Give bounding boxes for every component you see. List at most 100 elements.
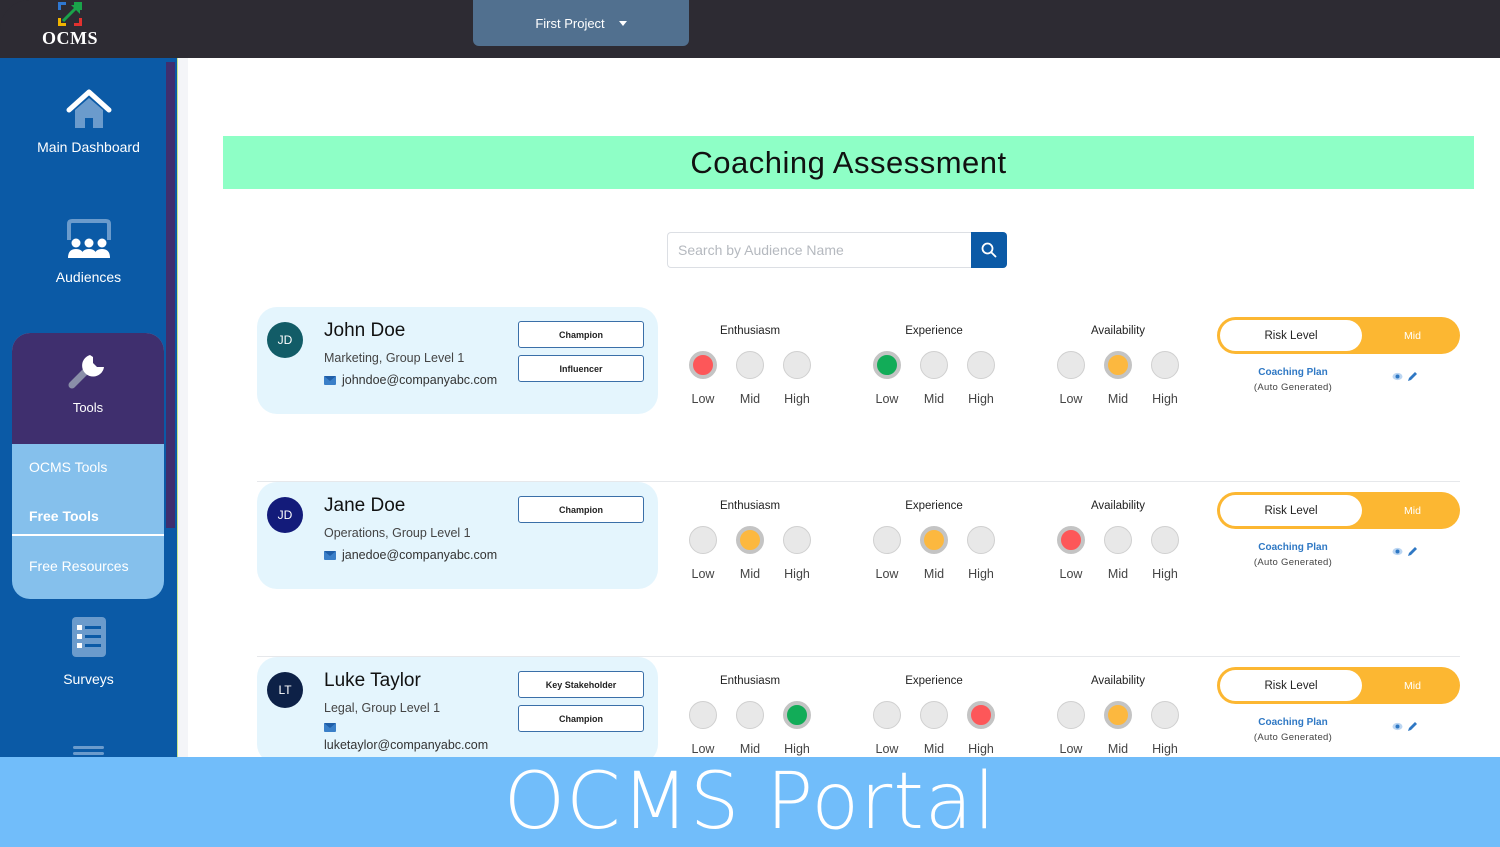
profile-card[interactable]: JD Jane Doe Operations, Group Level 1 ja…: [257, 482, 658, 589]
level-radio-high[interactable]: [967, 351, 995, 379]
level-radio-mid[interactable]: [920, 701, 948, 729]
level-radio-low[interactable]: [873, 701, 901, 729]
logo[interactable]: OCMS: [38, 0, 102, 50]
level-radio-high[interactable]: [1151, 351, 1179, 379]
sidebar-item-surveys[interactable]: Surveys: [0, 616, 177, 687]
search-icon: [981, 242, 997, 258]
view-button[interactable]: [1392, 547, 1403, 556]
audience-email: johndoe@companyabc.com: [324, 373, 497, 387]
level-radio-mid[interactable]: [1104, 701, 1132, 729]
level-radio-high[interactable]: [783, 526, 811, 554]
role-tag[interactable]: Key Stakeholder: [518, 671, 644, 698]
level-radio-low[interactable]: [689, 351, 717, 379]
level-labels: Low Mid High: [1055, 567, 1181, 581]
email-text[interactable]: johndoe@companyabc.com: [342, 373, 497, 387]
more-items-icon-bar: [73, 752, 104, 755]
risk-level-label: Risk Level: [1220, 320, 1362, 351]
search-button[interactable]: [971, 232, 1007, 268]
metric-availability: Availability Low Mid High: [1055, 500, 1181, 581]
risk-level-toggle[interactable]: Risk Level Mid: [1217, 317, 1460, 354]
level-selector: [687, 526, 813, 554]
level-radio-mid[interactable]: [736, 701, 764, 729]
edit-button[interactable]: [1407, 371, 1418, 382]
mail-icon: [324, 375, 336, 385]
email-text[interactable]: luketaylor@companyabc.com: [324, 738, 488, 752]
level-label: Low: [1059, 742, 1083, 756]
sidebar-subitem-free-resources[interactable]: Free Resources: [12, 536, 164, 574]
edit-button[interactable]: [1407, 546, 1418, 557]
metric-title: Enthusiasm: [719, 675, 781, 687]
level-radio-high[interactable]: [783, 701, 811, 729]
level-radio-high[interactable]: [783, 351, 811, 379]
level-label: Mid: [739, 567, 761, 581]
role-tags: Champion Influencer: [518, 321, 644, 382]
metric-title: Availability: [1090, 325, 1146, 337]
coaching-plan-link[interactable]: Coaching Plan: [1233, 367, 1353, 378]
level-radio-high[interactable]: [1151, 701, 1179, 729]
level-radio-mid[interactable]: [1104, 526, 1132, 554]
level-radio-low[interactable]: [873, 526, 901, 554]
edit-button[interactable]: [1407, 721, 1418, 732]
level-radio-mid[interactable]: [736, 526, 764, 554]
view-button[interactable]: [1392, 372, 1403, 381]
audiences-icon: [66, 219, 111, 258]
coaching-plan-link[interactable]: Coaching Plan: [1233, 542, 1353, 553]
view-button[interactable]: [1392, 722, 1403, 731]
sidebar-subitem-ocms-tools[interactable]: OCMS Tools: [12, 444, 164, 494]
level-radio-low[interactable]: [689, 701, 717, 729]
metric-title: Availability: [1090, 500, 1146, 512]
metric-experience: Experience Low Mid High: [871, 500, 997, 581]
level-label: Mid: [1107, 392, 1129, 406]
level-label: High: [784, 392, 810, 406]
role-tag[interactable]: Champion: [518, 496, 644, 523]
metric-enthusiasm: Enthusiasm Low Mid High: [687, 675, 813, 756]
level-label: High: [968, 742, 994, 756]
audience-department: Marketing, Group Level 1: [324, 351, 465, 365]
level-label: High: [784, 567, 810, 581]
project-selector[interactable]: First Project: [473, 0, 689, 46]
role-tag[interactable]: Champion: [518, 321, 644, 348]
sidebar-item-audiences[interactable]: Audiences: [0, 218, 177, 285]
top-bar: OCMS First Project: [0, 0, 1500, 58]
level-radio-mid[interactable]: [920, 351, 948, 379]
level-radio-low[interactable]: [1057, 351, 1085, 379]
role-tags: Champion: [518, 496, 644, 523]
coaching-plan-link[interactable]: Coaching Plan: [1233, 717, 1353, 728]
risk-level-toggle[interactable]: Risk Level Mid: [1217, 667, 1460, 704]
level-radio-low[interactable]: [689, 526, 717, 554]
email-text[interactable]: janedoe@companyabc.com: [342, 548, 497, 562]
level-label: Low: [691, 392, 715, 406]
level-radio-mid[interactable]: [1104, 351, 1132, 379]
level-selector: [1055, 526, 1181, 554]
risk-level-toggle[interactable]: Risk Level Mid: [1217, 492, 1460, 529]
avatar: JD: [267, 497, 303, 533]
level-selector: [687, 351, 813, 379]
level-radio-mid[interactable]: [920, 526, 948, 554]
level-radio-high[interactable]: [967, 526, 995, 554]
role-tag[interactable]: Champion: [518, 705, 644, 732]
search-input[interactable]: [667, 232, 971, 268]
level-radio-high[interactable]: [1151, 526, 1179, 554]
level-label: High: [968, 567, 994, 581]
sidebar-item-tools[interactable]: Tools: [12, 333, 164, 444]
list-icon: [71, 617, 106, 657]
level-radio-mid[interactable]: [736, 351, 764, 379]
pencil-icon: [1408, 722, 1417, 731]
level-selector: [687, 701, 813, 729]
level-radio-high[interactable]: [967, 701, 995, 729]
content-edge: [177, 58, 188, 758]
metric-title: Experience: [905, 675, 963, 687]
level-radio-low[interactable]: [1057, 526, 1085, 554]
sidebar-subitem-free-tools[interactable]: Free Tools: [12, 494, 164, 534]
level-selector: [871, 701, 997, 729]
pencil-icon: [1408, 547, 1417, 556]
profile-card[interactable]: LT Luke Taylor Legal, Group Level 1 luke…: [257, 657, 658, 764]
coaching-plan-subtitle: (Auto Generated): [1253, 732, 1333, 743]
profile-card[interactable]: JD John Doe Marketing, Group Level 1 joh…: [257, 307, 658, 414]
sidebar-scrollbar[interactable]: [166, 62, 175, 528]
role-tag[interactable]: Influencer: [518, 355, 644, 382]
sidebar-item-main-dashboard[interactable]: Main Dashboard: [0, 88, 177, 155]
level-radio-low[interactable]: [873, 351, 901, 379]
level-radio-low[interactable]: [1057, 701, 1085, 729]
sidebar-item-label: Surveys: [63, 671, 114, 687]
